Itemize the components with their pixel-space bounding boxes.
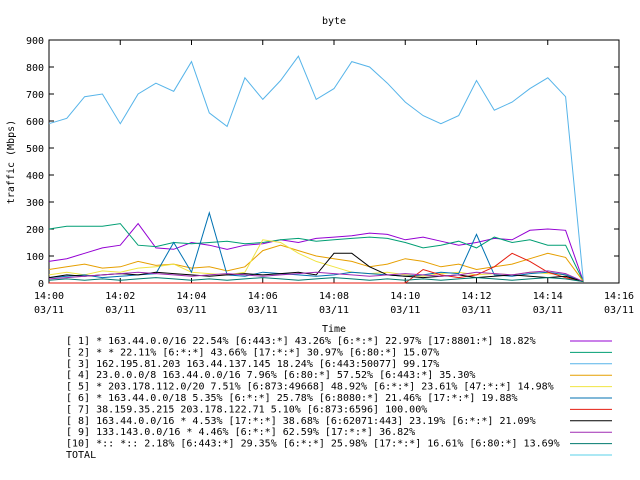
legend-label: [ 9] 133.143.0.0/16 * 4.46% [6:*:*] 62.5… [66,427,415,438]
x-tick-date-label: 03/11 [176,305,206,316]
chart-title: byte [322,16,346,27]
x-tick-time-label: 14:16 [604,291,634,302]
x-tick-date-label: 03/11 [248,305,278,316]
legend-label: [ 3] 162.195.81.203 163.44.137.145 18.24… [66,359,439,370]
x-tick-date-label: 03/11 [461,305,491,316]
x-tick-date-label: 03/11 [34,305,64,316]
x-tick-time-label: 14:14 [533,291,563,302]
series-lines [48,55,584,284]
y-tick-label: 700 [26,90,44,101]
y-tick-label: 600 [26,117,44,128]
legend-label: [10] *:: *:: 2.18% [6:443:*] 29.35% [6:*… [66,439,560,450]
x-tick-time-label: 14:06 [248,291,278,302]
x-tick-time-label: 14:04 [176,291,206,302]
legend-label: TOTAL [66,450,96,461]
y-tick-label: 400 [26,171,44,182]
y-axis-label: traffic (Mbps) [6,120,17,204]
legend-label: [ 1] * 163.44.0.0/16 22.54% [6:443:*] 43… [66,336,536,347]
series-line-8 [48,252,584,283]
y-tick-label: 500 [26,144,44,155]
y-tick-label: 800 [26,63,44,74]
x-tick-time-label: 14:00 [34,291,64,302]
plot-frame [48,39,620,284]
legend: [ 1] * 163.44.0.0/16 22.54% [6:443:*] 43… [66,336,612,461]
y-tick-label: 100 [26,252,44,263]
legend-label: [ 2] * * 22.11% [6:*:*] 43.66% [17:*:*] … [66,347,439,358]
y-tick-label: 900 [26,36,44,47]
x-tick-date-label: 03/11 [604,305,634,316]
y-axis: 0 100 200 300 400 500 600 700 800 900 [26,36,619,290]
legend-label: [ 5] * 203.178.112.0/20 7.51% [6:873:496… [66,382,554,393]
legend-label: [ 6] * 163.44.0.0/18 5.35% [6:*:*] 25.78… [66,393,518,404]
series-line-6 [48,211,584,283]
x-tick-date-label: 03/11 [319,305,349,316]
y-tick-label: 200 [26,225,44,236]
x-tick-time-label: 14:02 [105,291,135,302]
legend-label: [ 8] 163.44.0.0/16 * 4.53% [17:*:*] 38.6… [66,416,536,427]
x-tick-date-label: 03/11 [105,305,135,316]
x-tick-time-label: 14:08 [319,291,349,302]
series-line-10 [48,277,584,283]
legend-label: [ 7] 38.159.35.215 203.178.122.71 5.10% … [66,404,427,415]
x-tick-time-label: 14:10 [390,291,420,302]
legend-label: [ 4] 23.0.0.0/8 163.44.0.0/16 7.96% [6:8… [66,370,475,381]
y-tick-label: 300 [26,198,44,209]
x-tick-date-label: 03/11 [390,305,420,316]
traffic-chart: byte traffic (Mbps) Time 0 100 200 300 400 50… [6,16,634,461]
x-tick-date-label: 03/11 [533,305,563,316]
series-line-3 [48,55,584,282]
x-tick-time-label: 14:12 [461,291,491,302]
x-axis-label: Time [322,324,346,335]
y-tick-label: 0 [38,279,44,290]
